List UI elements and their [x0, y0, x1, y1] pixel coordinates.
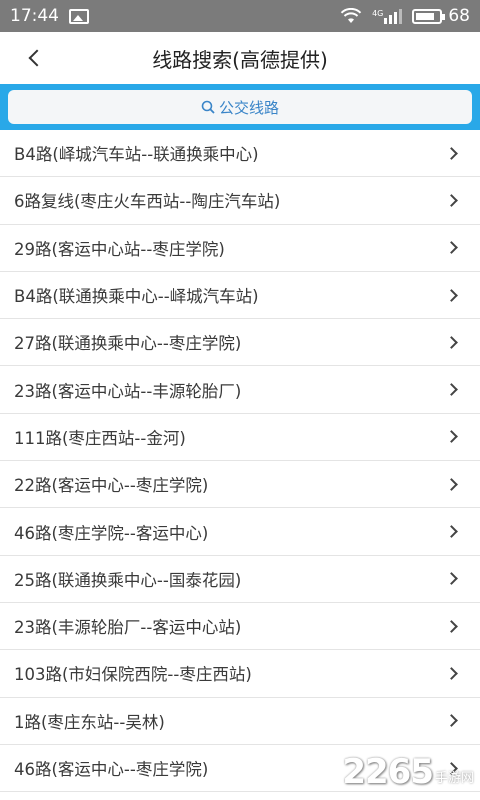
route-name: 29路(客运中心站--枣庄学院)	[14, 239, 225, 259]
chevron-right-icon	[445, 714, 458, 728]
page-title: 线路搜索(高德提供)	[152, 47, 328, 72]
route-list-item[interactable]: 23路(丰源轮胎厂--客运中心站)	[0, 603, 480, 651]
route-list: B4路(峄城汽车站--联通换乘中心) 6路复线(枣庄火车西站--陶庄汽车站) 2…	[0, 130, 480, 793]
route-list-item[interactable]: 27路(联通换乘中心--枣庄学院)	[0, 319, 480, 367]
route-list-item[interactable]: 29路(客运中心站--枣庄学院)	[0, 225, 480, 272]
image-notification-icon	[69, 8, 89, 24]
chevron-right-icon	[445, 146, 458, 160]
search-label: 公交线路	[218, 98, 279, 117]
route-name: B4路(峄城汽车站--联通换乘中心)	[14, 145, 259, 165]
battery-icon	[412, 8, 446, 24]
chevron-right-icon	[445, 430, 458, 444]
back-button[interactable]	[18, 42, 50, 74]
route-list-item[interactable]: 23路(客运中心站--丰源轮胎厂)	[0, 366, 480, 414]
route-list-item[interactable]: B4路(峄城汽车站--联通换乘中心)	[0, 130, 480, 178]
route-list-item[interactable]: 111路(枣庄西站--金河)	[0, 414, 480, 462]
chevron-right-icon	[445, 525, 458, 538]
route-name: 46路(枣庄学院--客运中心)	[14, 523, 209, 543]
search-input[interactable]: 公交线路	[8, 90, 472, 124]
chevron-right-icon	[445, 194, 458, 207]
search-icon	[201, 100, 215, 114]
route-name: 6路复线(枣庄火车西站--陶庄汽车站)	[14, 192, 281, 212]
route-list-item[interactable]: 22路(客运中心--枣庄学院)	[0, 461, 480, 509]
status-bar: 17:44 4G 68	[0, 0, 480, 32]
chevron-right-icon	[445, 572, 458, 586]
status-time: 17:44	[10, 6, 59, 26]
battery-level: 68	[448, 6, 470, 26]
route-list-item[interactable]: 103路(市妇保院西院--枣庄西站)	[0, 650, 480, 698]
route-list-item[interactable]: 6路复线(枣庄火车西站--陶庄汽车站)	[0, 177, 480, 225]
watermark-number: 2265	[342, 752, 434, 792]
route-list-item[interactable]: 25路(联通换乘中心--国泰花园)	[0, 556, 480, 603]
signal-icon: 4G	[372, 8, 403, 24]
chevron-right-icon	[445, 335, 458, 349]
header: 线路搜索(高德提供)	[0, 32, 480, 84]
route-name: 103路(市妇保院西院--枣庄西站)	[14, 665, 252, 685]
route-name: 27路(联通换乘中心--枣庄学院)	[14, 334, 242, 354]
route-name: 23路(客运中心站--丰源轮胎厂)	[14, 381, 242, 401]
route-name: 1路(枣庄东站--吴林)	[14, 712, 165, 732]
route-name: 25路(联通换乘中心--国泰花园)	[14, 570, 242, 590]
route-list-item[interactable]: B4路(联通换乘中心--峄城汽车站)	[0, 272, 480, 320]
network-type-label: 4G	[372, 8, 384, 18]
chevron-right-icon	[445, 619, 458, 633]
route-name: 111路(枣庄西站--金河)	[14, 428, 186, 448]
route-name: 23路(丰源轮胎厂--客运中心站)	[14, 618, 242, 638]
route-name: 22路(客运中心--枣庄学院)	[14, 476, 209, 496]
wifi-icon	[340, 8, 362, 24]
chevron-right-icon	[445, 288, 458, 302]
chevron-right-icon	[445, 667, 458, 680]
search-bar: 公交线路	[0, 84, 480, 130]
route-list-item[interactable]: 1路(枣庄东站--吴林)	[0, 698, 480, 745]
watermark: 2265 手游网	[342, 752, 474, 792]
chevron-left-icon	[28, 49, 46, 67]
chevron-right-icon	[445, 241, 458, 255]
route-list-item[interactable]: 46路(枣庄学院--客运中心)	[0, 508, 480, 556]
chevron-right-icon	[445, 477, 458, 491]
chevron-right-icon	[445, 383, 458, 396]
route-name: B4路(联通换乘中心--峄城汽车站)	[14, 287, 259, 307]
watermark-text: 手游网	[434, 771, 474, 786]
